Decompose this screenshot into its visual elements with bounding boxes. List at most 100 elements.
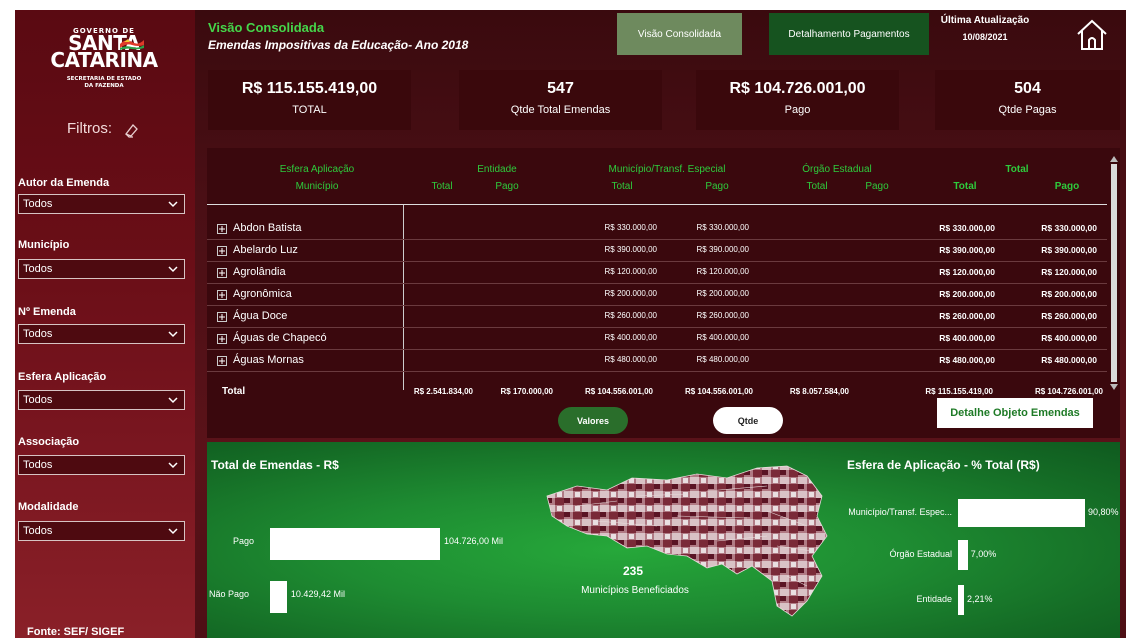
dashboard: GOVERNO DE SANTA CATARINA SECRETARIA DE … [15, 10, 1126, 638]
filter-select-municipio[interactable]: Todos [18, 259, 185, 279]
cell-value: R$ 200.000,00 [604, 289, 658, 298]
expand-icon[interactable] [217, 334, 227, 344]
filter-select-modalidade[interactable]: Todos [18, 521, 185, 541]
tab-detalhamento-pagamentos[interactable]: Detalhamento Pagamentos [769, 13, 929, 55]
cell-value: R$ 400.000,00 [1041, 333, 1097, 343]
cell-value: R$ 120.000,00 [604, 267, 658, 276]
expand-icon[interactable] [217, 356, 227, 366]
kpi-label: Pago [784, 104, 811, 116]
cell-value: R$ 480.000,00 [604, 355, 658, 364]
logo-subtitle: SECRETARIA DE ESTADO DA FAZENDA [29, 76, 179, 90]
col-header-total-pago[interactable]: Pago [1037, 181, 1097, 192]
col-header-orgao-total[interactable]: Total [787, 181, 847, 192]
cell-value: R$ 390.000,00 [604, 245, 658, 254]
kpi-qtde-total: 547 Qtde Total Emendas [459, 70, 662, 130]
filter-select-autor[interactable]: Todos [18, 194, 185, 214]
logo-title: SANTA CATARINA [29, 33, 179, 70]
cell-value: R$ 330.000,00 [939, 223, 995, 233]
cell-value: R$ 120.000,00 [1041, 267, 1097, 277]
kpi-label: TOTAL [292, 104, 327, 116]
col-header-municipio[interactable]: Município [237, 181, 397, 192]
chevron-down-icon [168, 462, 178, 469]
col-header-entidade-pago[interactable]: Pago [477, 181, 537, 192]
detalhe-objeto-button[interactable]: Detalhe Objeto Emendas [937, 398, 1093, 428]
cell-value: R$ 260.000,00 [696, 311, 750, 320]
expand-icon[interactable] [217, 246, 227, 256]
table-row[interactable]: Agrolândia R$ 120.000,00 R$ 120.000,00 R$ 1… [207, 262, 1107, 284]
table-row[interactable]: Abelardo Luz R$ 390.000,00 R$ 390.000,00 R$… [207, 240, 1107, 262]
bar[interactable] [958, 540, 968, 570]
scroll-up-icon[interactable] [1110, 156, 1118, 162]
santa-catarina-map[interactable] [537, 456, 847, 624]
municipio-name: Agronômica [233, 288, 292, 300]
chevron-down-icon [168, 201, 178, 208]
col-header-total: Total [1005, 164, 1029, 175]
filter-select-associacao[interactable]: Todos [18, 455, 185, 475]
expand-icon[interactable] [217, 224, 227, 234]
table-scrollbar[interactable] [1111, 164, 1117, 382]
bar[interactable] [270, 581, 287, 613]
filter-value: Todos [23, 263, 53, 275]
scroll-down-icon[interactable] [1110, 384, 1118, 390]
col-header-mun-total[interactable]: Total [592, 181, 652, 192]
total-orgao-total: R$ 8.057.584,00 [789, 387, 849, 396]
bar-data-label: 2,21% [967, 594, 993, 604]
bar-data-label: 104.726,00 Mil [444, 536, 504, 546]
expand-icon[interactable] [217, 312, 227, 322]
filter-select-emenda[interactable]: Todos [18, 324, 185, 344]
bar[interactable] [958, 585, 964, 615]
col-header-entidade-total[interactable]: Total [412, 181, 472, 192]
cell-value: R$ 200.000,00 [1041, 289, 1097, 299]
cell-value: R$ 330.000,00 [1041, 223, 1097, 233]
bar-category-label: Entidade [916, 594, 952, 604]
cell-value: R$ 200.000,00 [939, 289, 995, 299]
col-header-total-total[interactable]: Total [935, 181, 995, 192]
cell-value: R$ 390.000,00 [1041, 245, 1097, 255]
bar-data-label: 10.429,42 Mil [290, 589, 345, 599]
bar-data-label: 7,00% [970, 549, 997, 559]
filter-label-esfera: Esfera Aplicação [18, 371, 107, 383]
cell-value: R$ 390.000,00 [696, 245, 750, 254]
bar[interactable] [958, 499, 1085, 527]
col-header-esfera: Esfera Aplicação [279, 164, 355, 175]
kpi-value: R$ 115.155.419,00 [241, 80, 378, 97]
tab-visao-consolidada[interactable]: Visão Consolidada [617, 13, 742, 55]
app-root: GOVERNO DE SANTA CATARINA SECRETARIA DE … [0, 0, 1126, 638]
table-row[interactable]: Agronômica R$ 200.000,00 R$ 200.000,00 R$ 2… [207, 284, 1107, 306]
col-header-orgao: Órgão Estadual [802, 164, 872, 175]
expand-icon[interactable] [217, 290, 227, 300]
kpi-total: R$ 115.155.419,00 TOTAL [208, 70, 411, 130]
cell-value: R$ 330.000,00 [696, 223, 750, 232]
table-row[interactable]: Abdon Batista R$ 330.000,00 R$ 330.000,00 R… [207, 218, 1107, 240]
bar[interactable] [270, 528, 440, 560]
municipios-count: 235 [622, 564, 644, 578]
expand-icon[interactable] [217, 268, 227, 278]
bar-category-label: Não Pago [209, 589, 250, 599]
total-total-pago: R$ 104.726.001,00 [1034, 387, 1103, 396]
matrix-table: Esfera Aplicação Entidade Município/Tran… [207, 148, 1120, 438]
home-icon[interactable] [1075, 18, 1109, 52]
kpi-value: 504 [1014, 80, 1041, 97]
total-row-label: Total [222, 386, 246, 397]
col-header-mun-pago[interactable]: Pago [687, 181, 747, 192]
eraser-icon[interactable] [123, 122, 139, 138]
municipio-name: Água Doce [233, 310, 288, 322]
chart-total-title: Total de Emendas - R$ [211, 458, 339, 472]
qtde-button[interactable]: Qtde [713, 407, 783, 434]
table-row[interactable]: Águas Mornas R$ 480.000,00 R$ 480.000,00 R$… [207, 350, 1107, 372]
page-title: Visão Consolidada [208, 20, 325, 35]
filter-select-esfera[interactable]: Todos [18, 390, 185, 410]
header-divider [207, 204, 1107, 205]
kpi-label: Qtde Pagas [998, 104, 1057, 116]
col-header-orgao-pago[interactable]: Pago [847, 181, 907, 192]
filter-label-modalidade: Modalidade [18, 501, 79, 513]
table-row[interactable]: Águas de Chapecó R$ 400.000,00 R$ 400.000,… [207, 328, 1107, 350]
municipio-name: Agrolândia [233, 266, 286, 278]
table-row[interactable]: Água Doce R$ 260.000,00 R$ 260.000,00 R$ 26… [207, 306, 1107, 328]
cell-value: R$ 400.000,00 [939, 333, 995, 343]
valores-button[interactable]: Valores [558, 407, 628, 434]
col-header-municipio-transf: Município/Transf. Especial [608, 164, 726, 175]
filter-label-associacao: Associação [18, 436, 80, 448]
source-note: Fonte: SEF/ SIGEF [27, 626, 125, 638]
kpi-pago: R$ 104.726.001,00 Pago [696, 70, 899, 130]
